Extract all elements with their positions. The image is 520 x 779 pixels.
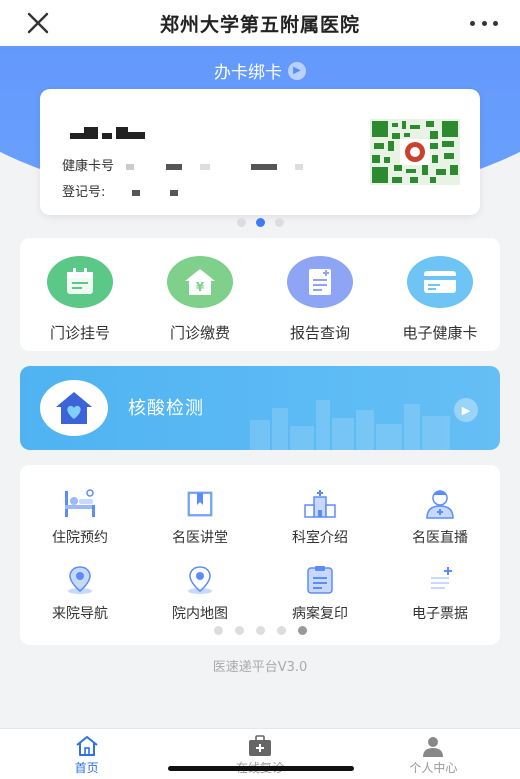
mask: [169, 189, 178, 196]
mask: [294, 163, 303, 170]
location-pin-icon: [68, 566, 92, 594]
quick-action-label: 门诊缴费: [169, 324, 230, 342]
pagination-dot[interactable]: [213, 626, 223, 635]
grid-item-label: 科室介绍: [292, 530, 348, 546]
receipt-icon: [431, 567, 452, 589]
close-icon[interactable]: [24, 9, 52, 37]
hospital-bed-icon: [65, 489, 95, 517]
report-icon: [287, 256, 353, 308]
quick-action-label: 报告查询: [289, 324, 350, 342]
health-card-label: 健康卡号: [62, 159, 115, 174]
payment-house-icon: ¥: [167, 256, 233, 308]
nav-label: 首页: [74, 761, 99, 775]
platform-version: 医速递平台V3.0: [212, 660, 308, 675]
quick-action-report-query[interactable]: 报告查询: [265, 256, 375, 351]
grid-item-label: 名医直播: [412, 530, 468, 546]
reg-label: 登记号:: [62, 185, 106, 200]
health-card-icon: [407, 256, 473, 308]
pagination-dot[interactable]: [234, 626, 244, 635]
person-icon: [423, 737, 444, 757]
home-indicator: [168, 766, 354, 771]
name-redacted: [70, 127, 145, 139]
nav-label: 个人中心: [409, 761, 458, 775]
pagination-dot[interactable]: [255, 626, 265, 635]
chevron-right-icon: ▶: [454, 398, 478, 422]
grid-item-inpatient-booking[interactable]: 住院预约: [25, 489, 135, 547]
grid-item-navigation[interactable]: 来院导航: [25, 565, 135, 623]
bookmark-book-icon: [187, 491, 213, 517]
card-carousel-dots: [0, 218, 520, 227]
grid-item-hospital-map[interactable]: 院内地图: [145, 565, 255, 623]
pagination-dot[interactable]: [276, 626, 286, 635]
chevron-right-icon: ▶: [288, 61, 306, 80]
nav-item-online-revisit[interactable]: 在线复诊: [173, 729, 346, 779]
nav-item-home[interactable]: 首页: [0, 729, 173, 779]
grid-item-e-receipt[interactable]: 电子票据: [385, 565, 495, 623]
title-bar: 郑州大学第五附属医院: [0, 0, 520, 46]
quick-action-health-card[interactable]: 电子健康卡: [385, 256, 495, 351]
reg-number-row: 登记号:: [62, 181, 178, 200]
page-title: 郑州大学第五附属医院: [159, 13, 360, 36]
heart-house-icon: [40, 380, 108, 436]
svg-text:¥: ¥: [196, 280, 205, 294]
grid-item-label: 住院预约: [52, 530, 108, 546]
carousel-dot-active[interactable]: [255, 218, 265, 227]
doctor-icon: [426, 490, 454, 519]
grid-pagination-dots: [20, 626, 500, 635]
grid-item-medical-record-copy[interactable]: 病案复印: [265, 565, 375, 623]
more-icon[interactable]: [470, 10, 498, 36]
hospital-building-icon: [304, 490, 336, 518]
grid-item-label: 电子票据: [412, 606, 468, 622]
nav-item-personal-center[interactable]: 个人中心: [347, 729, 520, 779]
quick-action-outpatient-payment[interactable]: ¥ 门诊缴费: [145, 256, 255, 351]
quick-action-label: 门诊挂号: [49, 324, 110, 342]
nucleic-acid-test-banner[interactable]: 核酸检测 ▶: [20, 366, 500, 450]
bind-card-link[interactable]: 办卡绑卡 ▶: [0, 58, 520, 83]
skyline-decoration: [250, 400, 450, 450]
services-grid: 住院预约 名医讲堂 科室介绍 名医直播 来院导航 院内地图 病案复印 电子票据: [20, 465, 500, 645]
home-icon: [76, 736, 98, 756]
carousel-dot[interactable]: [274, 218, 284, 227]
quick-actions-panel: 门诊挂号 ¥ 门诊缴费 报告查询 电子健康卡: [20, 238, 500, 351]
mask: [166, 163, 183, 170]
grid-item-label: 院内地图: [172, 606, 228, 622]
grid-item-label: 来院导航: [52, 606, 108, 622]
medical-kit-icon: [248, 735, 271, 756]
grid-item-label: 名医讲堂: [172, 530, 228, 546]
mask: [200, 163, 211, 170]
mask: [131, 189, 140, 196]
calendar-icon: [47, 256, 113, 308]
carousel-dot[interactable]: [236, 218, 246, 227]
bind-card-label: 办卡绑卡: [214, 63, 282, 83]
health-card[interactable]: 健康卡号 登记号:: [40, 89, 480, 215]
pagination-dot-active[interactable]: [297, 626, 307, 635]
mask: [250, 163, 277, 170]
quick-action-label: 电子健康卡: [402, 324, 478, 342]
bottom-nav: 首页 在线复诊 个人中心: [0, 728, 520, 779]
quick-action-outpatient-registration[interactable]: 门诊挂号: [25, 256, 135, 351]
qr-code-icon[interactable]: [370, 119, 460, 185]
grid-item-label: 病案复印: [292, 606, 348, 622]
document-icon: [307, 566, 333, 594]
grid-item-famous-doctor-lecture[interactable]: 名医讲堂: [145, 489, 255, 547]
health-card-number-row: 健康卡号: [62, 155, 303, 174]
grid-item-famous-doctor-live[interactable]: 名医直播: [385, 489, 495, 547]
map-pin-icon: [188, 566, 212, 594]
banner-label: 核酸检测: [128, 398, 204, 419]
grid-item-department-intro[interactable]: 科室介绍: [265, 489, 375, 547]
mask: [126, 163, 135, 170]
